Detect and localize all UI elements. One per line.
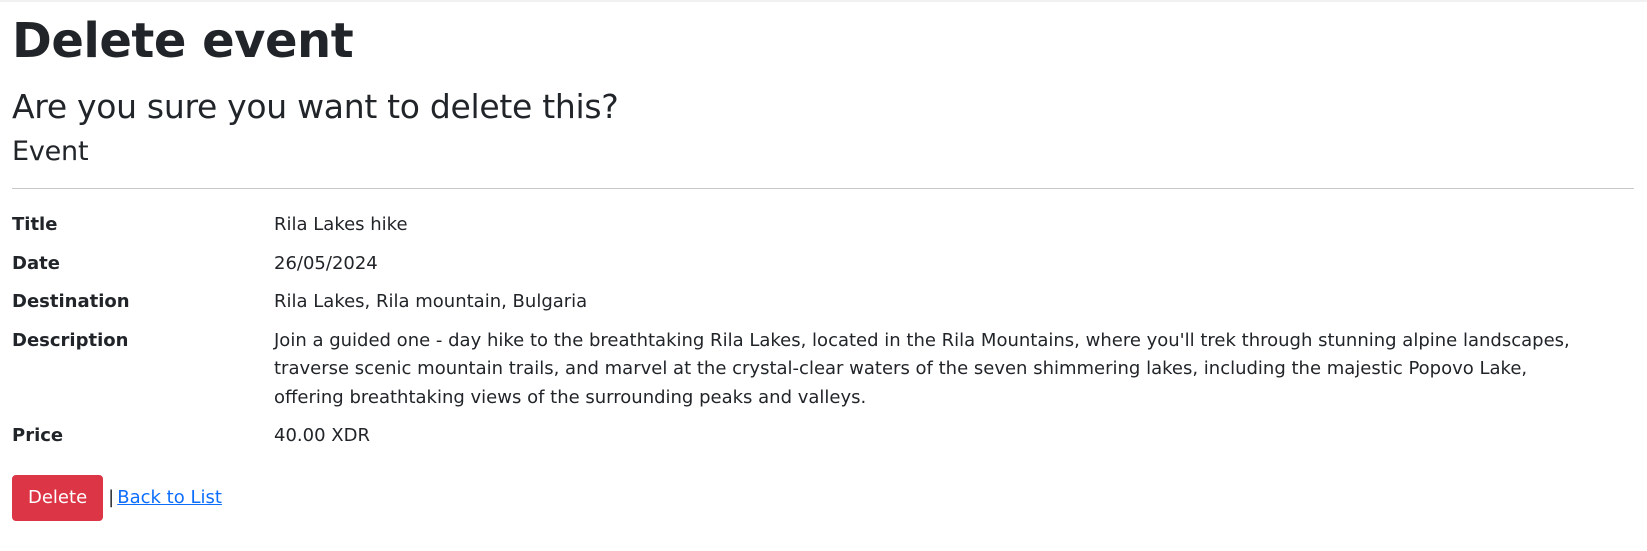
detail-value-date: 26/05/2024 bbox=[274, 252, 378, 274]
detail-value-description: Join a guided one - day hike to the brea… bbox=[274, 329, 1570, 408]
top-border bbox=[0, 0, 1647, 2]
detail-label-price: Price bbox=[12, 425, 64, 446]
detail-label-description: Description bbox=[12, 329, 129, 351]
detail-label-destination: Destination bbox=[12, 291, 130, 312]
detail-label-title: Title bbox=[12, 214, 58, 235]
detail-value-title: Rila Lakes hike bbox=[274, 214, 408, 235]
delete-form: Delete | Back to List bbox=[12, 474, 1635, 521]
back-to-list-link[interactable]: Back to List bbox=[117, 487, 222, 508]
separator: | bbox=[108, 487, 115, 508]
page-title: Delete event bbox=[12, 13, 354, 69]
detail-value-destination: Rila Lakes, Rila mountain, Bulgaria bbox=[274, 291, 588, 312]
confirm-question: Are you sure you want to delete this? bbox=[12, 87, 619, 126]
event-details-section: Event Title Rila Lakes hike Date 26/05/2… bbox=[12, 136, 1635, 521]
detail-value-price: 40.00 XDR bbox=[274, 425, 370, 446]
main-container: Delete event Are you sure you want to de… bbox=[0, 14, 1647, 521]
delete-button[interactable]: Delete bbox=[12, 474, 104, 521]
divider bbox=[12, 188, 1634, 189]
entity-heading: Event bbox=[12, 136, 89, 167]
details-list: Title Rila Lakes hike Date 26/05/2024 De… bbox=[12, 211, 1635, 451]
detail-label-date: Date bbox=[12, 252, 60, 274]
